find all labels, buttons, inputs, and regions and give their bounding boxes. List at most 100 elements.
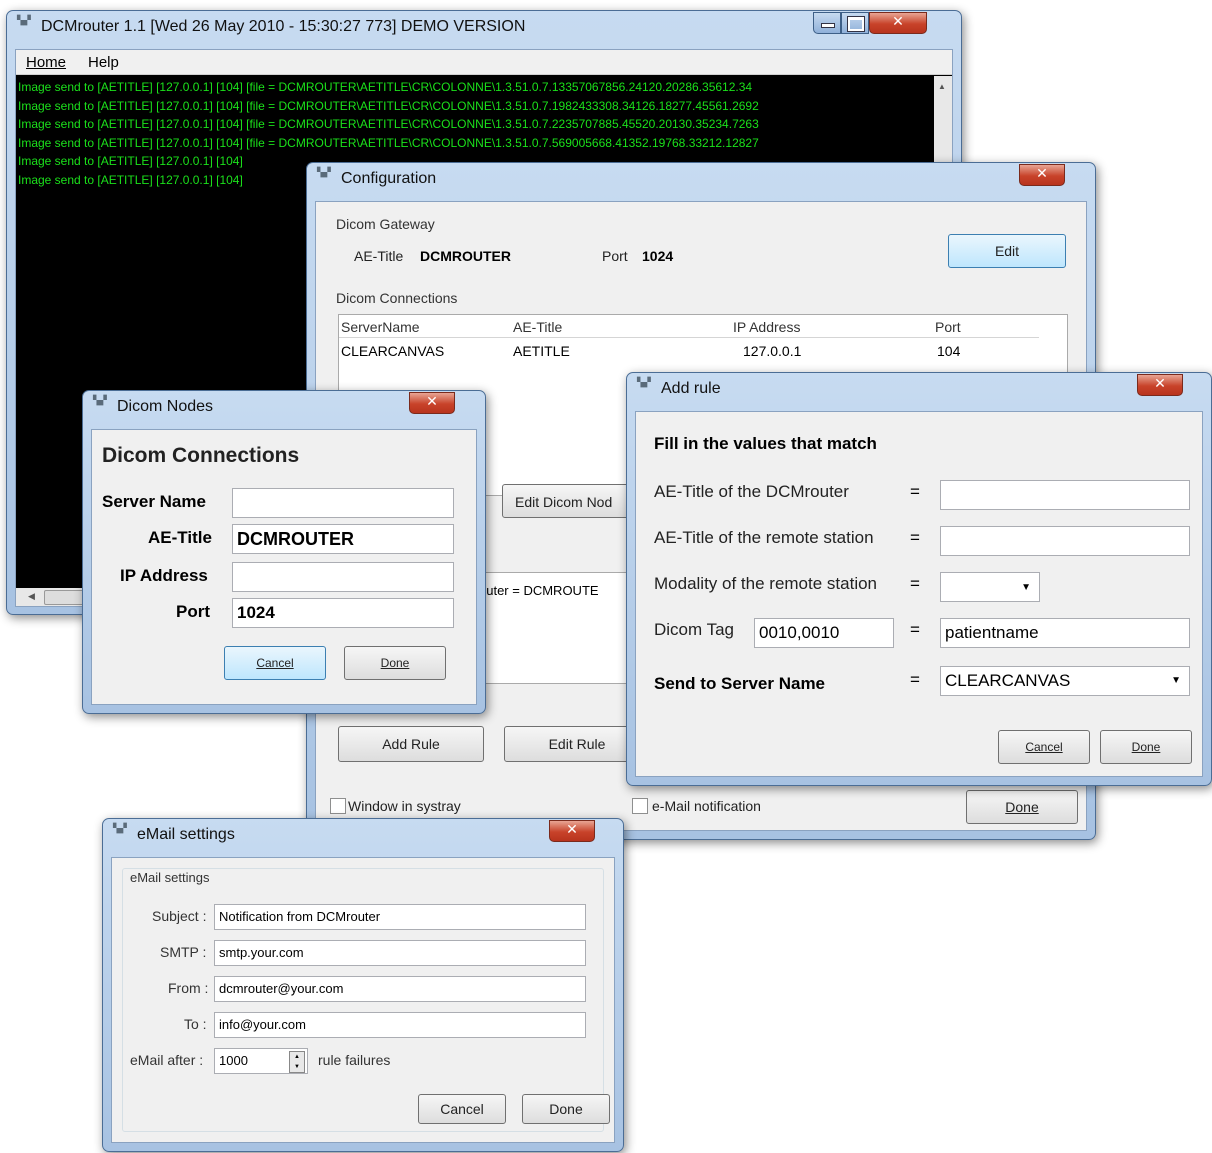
scroll-up-icon[interactable]: ▲ (938, 82, 946, 91)
smtp-field[interactable]: smtp.your.com (214, 940, 586, 966)
app-icon: ▚▞ (317, 168, 331, 178)
ae-title-field[interactable]: DCMROUTER (232, 524, 454, 554)
from-field[interactable]: dcmrouter@your.com (214, 976, 586, 1002)
dicom-tag-value-field[interactable]: patientname (940, 618, 1190, 648)
email-after-spinner[interactable]: 1000 ▲ ▼ (214, 1048, 308, 1074)
server-name-field[interactable] (232, 488, 454, 518)
gateway-port-label: Port (602, 248, 628, 264)
log-line: Image send to [AETITLE] [127.0.0.1] [104… (18, 80, 753, 94)
subject-label: Subject : (152, 908, 207, 924)
add-rule-button[interactable]: Add Rule (338, 726, 484, 762)
close-button[interactable]: ✕ (1137, 374, 1183, 396)
close-button[interactable]: ✕ (549, 820, 595, 842)
scroll-thumb[interactable] (44, 590, 86, 605)
nodes-heading: Dicom Connections (102, 444, 300, 467)
aetitle-remote-field[interactable] (940, 526, 1190, 556)
edit-gateway-button[interactable]: Edit (948, 234, 1066, 268)
minimize-icon (821, 23, 835, 28)
chevron-down-icon: ▼ (1171, 675, 1181, 686)
email-settings-window: ▚▞ eMail settings ✕ eMail settings Subje… (102, 818, 624, 1152)
to-field[interactable]: info@your.com (214, 1012, 586, 1038)
email-client: eMail settings Subject : Notification fr… (111, 857, 615, 1143)
menu-help[interactable]: Help (88, 54, 119, 71)
nodes-done-button[interactable]: Done (344, 646, 446, 680)
maximize-icon (847, 16, 865, 32)
send-to-label: Send to Server Name (654, 674, 826, 693)
ae-title-label: AE-Title (148, 528, 212, 547)
spin-down-icon[interactable]: ▼ (290, 1062, 304, 1072)
email-notification-checkbox[interactable] (632, 798, 648, 814)
addrule-done-button[interactable]: Done (1100, 730, 1192, 764)
gateway-ae-value: DCMROUTER (420, 248, 511, 264)
close-button[interactable]: ✕ (1019, 164, 1065, 186)
equals-sign: = (910, 482, 920, 501)
send-to-value: CLEARCANVAS (945, 671, 1071, 690)
app-icon: ▚▞ (17, 16, 31, 26)
add-rule-window: ▚▞ Add rule ✕ Fill in the values that ma… (626, 372, 1212, 786)
spinner-buttons[interactable]: ▲ ▼ (289, 1051, 305, 1073)
server-name-label: Server Name (102, 492, 206, 511)
chevron-down-icon: ▼ (1021, 582, 1031, 593)
port-field[interactable]: 1024 (232, 598, 454, 628)
rule-item[interactable]: outer = DCMROUTE (479, 583, 599, 598)
log-line: Image send to [AETITLE] [127.0.0.1] [104… (18, 98, 759, 113)
column-header[interactable]: AE-Title (513, 319, 562, 335)
ip-address-field[interactable] (232, 562, 454, 592)
cell-aetitle: AETITLE (513, 343, 570, 359)
dicom-tag-field[interactable]: 0010,0010 (754, 618, 894, 648)
log-line: Image send to [AETITLE] [127.0.0.1] [104… (18, 135, 759, 150)
cell-servername: CLEARCANVAS (341, 343, 445, 359)
systray-label: Window in systray (348, 798, 461, 814)
app-icon: ▚▞ (113, 824, 127, 834)
addrule-cancel-button[interactable]: Cancel (998, 730, 1090, 764)
email-after-label: eMail after : (130, 1052, 204, 1068)
from-label: From : (168, 980, 209, 996)
email-cancel-button[interactable]: Cancel (418, 1094, 506, 1124)
edit-dicom-nodes-button[interactable]: Edit Dicom Nod (502, 484, 632, 518)
close-button[interactable]: ✕ (409, 392, 455, 414)
app-icon: ▚▞ (93, 396, 107, 406)
table-row[interactable]: CLEARCANVAS AETITLE 127.0.0.1 104 (339, 339, 1039, 361)
column-header[interactable]: IP Address (733, 319, 800, 335)
aetitle-remote-label: AE-Title of the remote station (654, 528, 874, 547)
ip-address-label: IP Address (120, 566, 208, 585)
menu-home[interactable]: Home (26, 54, 66, 71)
smtp-label: SMTP : (160, 944, 207, 960)
close-button[interactable]: ✕ (869, 12, 927, 34)
cell-port: 104 (937, 343, 961, 359)
minimize-button[interactable] (813, 12, 841, 34)
done-label: Done (1131, 740, 1161, 754)
email-after-value: 1000 (219, 1053, 248, 1068)
dicom-tag-label: Dicom Tag (654, 620, 734, 639)
gateway-port-value: 1024 (642, 248, 674, 264)
scroll-left-icon[interactable]: ◀ (28, 591, 35, 602)
column-header[interactable]: Port (935, 319, 961, 335)
config-done-button[interactable]: Done (966, 790, 1078, 824)
to-label: To : (184, 1016, 207, 1032)
gateway-label: Dicom Gateway (336, 216, 435, 232)
email-done-button[interactable]: Done (522, 1094, 610, 1124)
spin-up-icon[interactable]: ▲ (290, 1052, 304, 1062)
nodes-titlebar[interactable]: ▚▞ Dicom Nodes ✕ (83, 391, 485, 421)
systray-checkbox[interactable] (330, 798, 346, 814)
addrule-titlebar[interactable]: ▚▞ Add rule ✕ (627, 373, 1211, 403)
connections-label: Dicom Connections (336, 290, 458, 306)
config-titlebar[interactable]: ▚▞ Configuration ✕ (307, 163, 1095, 193)
main-titlebar[interactable]: ▚▞ DCMrouter 1.1 [Wed 26 May 2010 - 15:3… (7, 11, 961, 41)
column-header[interactable]: ServerName (341, 319, 420, 335)
modality-label: Modality of the remote station (654, 574, 878, 593)
email-title: eMail settings (137, 826, 235, 843)
nodes-title: Dicom Nodes (117, 398, 214, 415)
send-to-dropdown[interactable]: CLEARCANVAS ▼ (940, 666, 1190, 696)
menu-bar: Home Help (16, 50, 952, 75)
nodes-client: Dicom Connections Server Name AE-Title D… (91, 429, 477, 705)
app-icon: ▚▞ (637, 378, 651, 388)
email-titlebar[interactable]: ▚▞ eMail settings ✕ (103, 819, 623, 849)
subject-field[interactable]: Notification from DCMrouter (214, 904, 586, 930)
modality-dropdown[interactable]: ▼ (940, 572, 1040, 602)
aetitle-router-field[interactable] (940, 480, 1190, 510)
dicom-nodes-window: ▚▞ Dicom Nodes ✕ Dicom Connections Serve… (82, 390, 486, 714)
cancel-label: Cancel (256, 656, 294, 670)
maximize-button[interactable] (841, 12, 869, 34)
nodes-cancel-button[interactable]: Cancel (224, 646, 326, 680)
